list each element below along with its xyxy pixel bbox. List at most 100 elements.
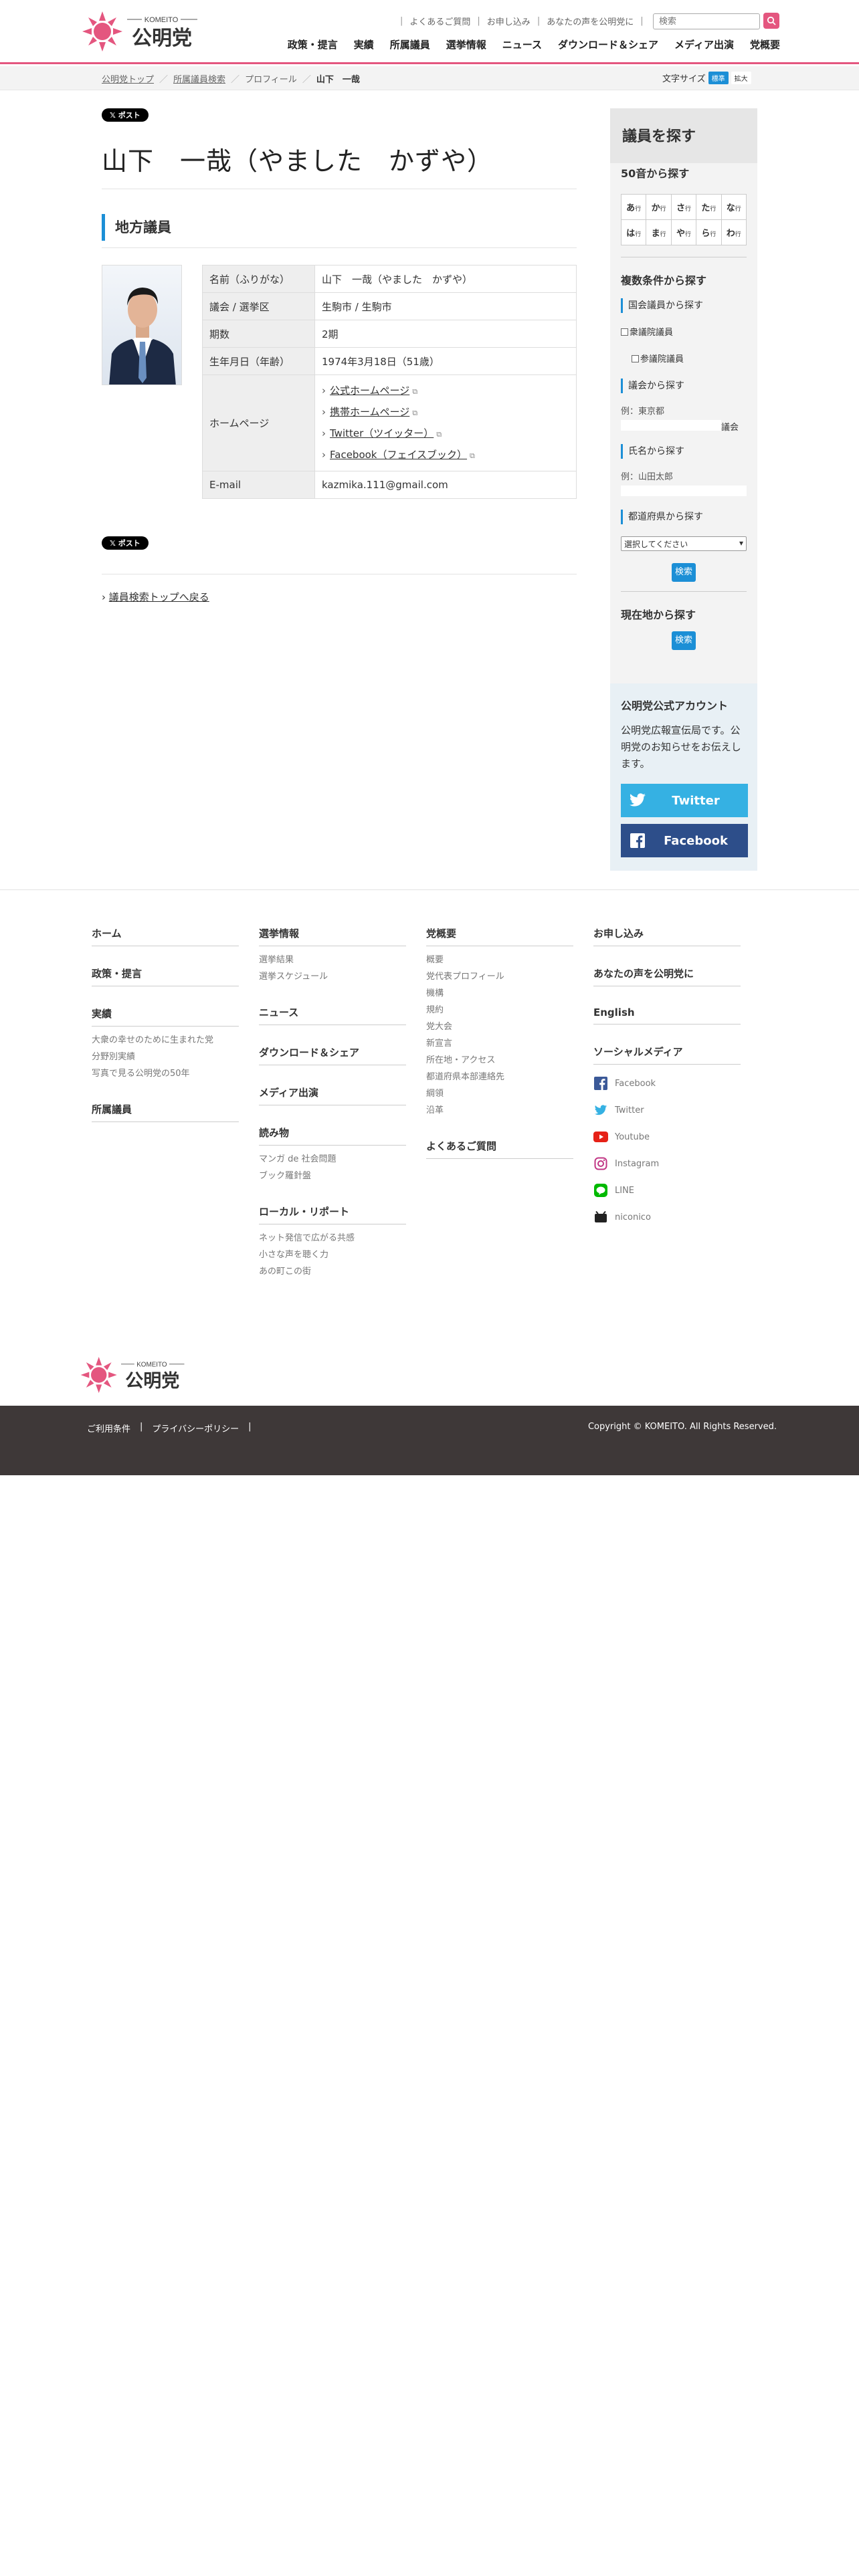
nav-achievements[interactable]: 実績 bbox=[354, 37, 374, 51]
footer-reading-link[interactable]: 読み物 bbox=[259, 1125, 406, 1146]
back-link[interactable]: › 議員検索トップへ戻る bbox=[102, 590, 209, 604]
sangiin-checkbox[interactable]: 参議院議員 bbox=[632, 352, 684, 364]
footer-line-link[interactable]: LINE bbox=[593, 1177, 741, 1204]
checkbox-box[interactable] bbox=[632, 355, 639, 362]
nav-news[interactable]: ニュース bbox=[502, 37, 542, 51]
footer-sublink[interactable]: 沿革 bbox=[426, 1102, 573, 1119]
footer-sublink[interactable]: 規約 bbox=[426, 1002, 573, 1018]
footer-voice-link[interactable]: あなたの声を公明党に bbox=[593, 966, 741, 986]
kana-ra-button[interactable]: ら行 bbox=[696, 219, 722, 245]
footer-twitter-link[interactable]: Twitter bbox=[593, 1097, 741, 1123]
x-post-button[interactable]: 𝕏 ポスト bbox=[102, 536, 149, 550]
footer-facebook-link[interactable]: Facebook bbox=[593, 1070, 741, 1097]
divider bbox=[0, 889, 859, 890]
footer-sublink[interactable]: 新宣言 bbox=[426, 1035, 573, 1052]
footer-elections-link[interactable]: 選挙情報 bbox=[259, 926, 406, 946]
footer-sublink[interactable]: 選挙結果 bbox=[259, 952, 406, 968]
footer-sublink[interactable]: 都道府県本部連絡先 bbox=[426, 1069, 573, 1085]
assembly-input[interactable] bbox=[621, 420, 721, 431]
footer-faq-link[interactable]: よくあるご質問 bbox=[426, 1139, 573, 1159]
footer-sublink[interactable]: 概要 bbox=[426, 952, 573, 968]
footer-sublink[interactable]: 綱領 bbox=[426, 1085, 573, 1102]
terms-link[interactable]: ご利用条件 bbox=[87, 1422, 130, 1434]
footer-niconico-link[interactable]: niconico bbox=[593, 1204, 741, 1230]
kana-ka-button[interactable]: か行 bbox=[646, 194, 672, 220]
footer-sublink[interactable]: ブック羅針盤 bbox=[259, 1168, 406, 1184]
footer-sublink[interactable]: 小さな声を聴く力 bbox=[259, 1247, 406, 1263]
footer-sublink[interactable]: 機構 bbox=[426, 985, 573, 1002]
footer-about-link[interactable]: 党概要 bbox=[426, 926, 573, 946]
footer-download-link[interactable]: ダウンロード＆シェア bbox=[259, 1045, 406, 1065]
footer-instagram-link[interactable]: Instagram bbox=[593, 1150, 741, 1177]
kana-sa-button[interactable]: さ行 bbox=[670, 194, 697, 220]
facebook-button[interactable]: Facebook bbox=[621, 824, 748, 857]
footer-sublink[interactable]: 選挙スケジュール bbox=[259, 968, 406, 985]
footer-policy-link[interactable]: 政策・提言 bbox=[92, 966, 239, 986]
footer-sublink[interactable]: 党代表プロフィール bbox=[426, 968, 573, 985]
footer-sublink[interactable]: ネット発信で広がる共感 bbox=[259, 1230, 406, 1247]
voice-link[interactable]: あなたの声を公明党に bbox=[547, 15, 634, 27]
checkbox-box[interactable] bbox=[621, 328, 628, 336]
twitter-link[interactable]: Twitter（ツイッター） bbox=[330, 427, 434, 439]
footer-logo[interactable]: KOMEITO 公明党 bbox=[79, 1354, 199, 1396]
footer-local-report-link[interactable]: ローカル・リポート bbox=[259, 1204, 406, 1224]
kana-ya-button[interactable]: や行 bbox=[670, 219, 697, 245]
twitter-button[interactable]: Twitter bbox=[621, 784, 748, 817]
nav-about[interactable]: 党概要 bbox=[750, 37, 780, 51]
footer-sublink[interactable]: 党大会 bbox=[426, 1018, 573, 1035]
kana-wa-button[interactable]: わ行 bbox=[721, 219, 747, 245]
footer-media-link[interactable]: メディア出演 bbox=[259, 1085, 406, 1105]
footer-sublink[interactable]: 所在地・アクセス bbox=[426, 1052, 573, 1069]
privacy-link[interactable]: プライバシーポリシー bbox=[152, 1422, 239, 1434]
komeito-logo[interactable]: KOMEITO 公明党 bbox=[80, 8, 214, 55]
faq-link[interactable]: よくあるご質問 bbox=[409, 15, 470, 27]
font-size-label: 文字サイズ bbox=[662, 74, 706, 84]
divider bbox=[102, 247, 577, 248]
mobile-homepage-link[interactable]: 携帯ホームページ bbox=[330, 406, 409, 418]
assembly-value: 生駒市 / 生駒市 bbox=[314, 292, 577, 320]
name-input[interactable] bbox=[621, 486, 747, 496]
name-value: 山下 一哉（やました かずや） bbox=[314, 265, 577, 293]
footer-sublink[interactable]: 写真で見る公明党の50年 bbox=[92, 1065, 239, 1082]
footer-achievements-link[interactable]: 実績 bbox=[92, 1006, 239, 1027]
footer-news-link[interactable]: ニュース bbox=[259, 1005, 406, 1025]
nav-members[interactable]: 所属議員 bbox=[390, 37, 430, 51]
footer-youtube-link[interactable]: Youtube bbox=[593, 1123, 741, 1150]
youtube-icon bbox=[593, 1130, 608, 1144]
nav-elections[interactable]: 選挙情報 bbox=[446, 37, 486, 51]
shugiin-checkbox[interactable]: 衆議院議員 bbox=[621, 325, 673, 338]
table-row: 生年月日（年齢） 1974年3月18日（51歳） bbox=[202, 347, 577, 375]
kana-ta-button[interactable]: た行 bbox=[696, 194, 722, 220]
facebook-link[interactable]: Facebook（フェイスブック） bbox=[330, 449, 467, 461]
font-size-large-button[interactable]: 拡大 bbox=[731, 72, 751, 84]
x-post-button[interactable]: 𝕏 ポスト bbox=[102, 108, 149, 122]
kana-ma-button[interactable]: ま行 bbox=[646, 219, 672, 245]
footer-sublink[interactable]: マンガ de 社会問題 bbox=[259, 1151, 406, 1168]
list-item: 公式ホームページ⧉ bbox=[322, 381, 569, 402]
footer-members-link[interactable]: 所属議員 bbox=[92, 1102, 239, 1122]
breadcrumb-search[interactable]: 所属議員検索 bbox=[173, 72, 225, 85]
kana-ha-button[interactable]: は行 bbox=[620, 219, 647, 245]
search-submit-button[interactable]: 検索 bbox=[672, 563, 696, 582]
apply-link[interactable]: お申し込み bbox=[487, 15, 531, 27]
footer-english-link[interactable]: English bbox=[593, 1006, 741, 1025]
prefecture-select[interactable]: 選択してください ▾ bbox=[621, 536, 747, 551]
font-size-standard-button[interactable]: 標準 bbox=[708, 72, 729, 84]
nav-policy[interactable]: 政策・提言 bbox=[288, 37, 338, 51]
search-input[interactable] bbox=[653, 13, 760, 29]
footer-sublink[interactable]: あの町この街 bbox=[259, 1263, 406, 1280]
official-homepage-link[interactable]: 公式ホームページ bbox=[330, 385, 409, 397]
footer-apply-link[interactable]: お申し込み bbox=[593, 926, 741, 946]
location-search-button[interactable]: 検索 bbox=[672, 631, 696, 650]
breadcrumb-top[interactable]: 公明党トップ bbox=[102, 72, 154, 85]
svg-text:KOMEITO: KOMEITO bbox=[136, 1361, 167, 1368]
footer-home-link[interactable]: ホーム bbox=[92, 926, 239, 946]
nav-media[interactable]: メディア出演 bbox=[674, 37, 734, 51]
kana-a-button[interactable]: あ行 bbox=[620, 194, 647, 220]
nav-download[interactable]: ダウンロード＆シェア bbox=[558, 37, 658, 51]
footer-sublink[interactable]: 大衆の幸せのために生まれた党 bbox=[92, 1032, 239, 1049]
search-button[interactable] bbox=[763, 13, 779, 29]
footer-sublink[interactable]: 分野別実績 bbox=[92, 1049, 239, 1065]
kana-na-button[interactable]: な行 bbox=[721, 194, 747, 220]
table-row: 名前（ふりがな） 山下 一哉（やました かずや） bbox=[202, 265, 577, 293]
